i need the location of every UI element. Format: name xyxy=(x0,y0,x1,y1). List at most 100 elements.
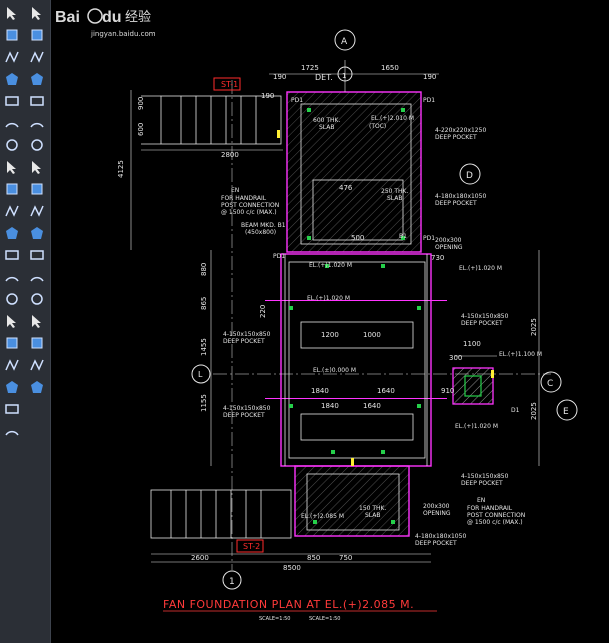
table-icon[interactable] xyxy=(2,378,22,396)
dim-1640b: 1640 xyxy=(363,402,381,410)
section-l-label: L xyxy=(198,370,203,379)
note-el2010: EL.(+)2.010 M xyxy=(371,115,414,122)
note-el1020-b: EL.(+)1.020 M xyxy=(307,295,350,302)
dim-600: 600 xyxy=(137,123,145,136)
note-pocket-g: 4-180x180x1050 xyxy=(415,533,466,540)
ellipse-arc-icon[interactable] xyxy=(2,224,22,242)
tag-b1: B1 xyxy=(399,233,407,240)
slab-hatch-bottom xyxy=(295,466,409,536)
note-opening-a2: OPENING xyxy=(435,244,463,251)
note-pocket-e2: DEEP POCKET xyxy=(223,412,265,419)
circle-icon[interactable] xyxy=(2,136,22,154)
rectangle-icon[interactable] xyxy=(2,92,22,110)
explode-icon[interactable] xyxy=(27,378,47,396)
beam-line-2 xyxy=(265,398,447,399)
region-icon[interactable] xyxy=(2,356,22,374)
make-block-icon[interactable] xyxy=(2,268,22,286)
note-slab-c: 150 THK. xyxy=(359,505,386,512)
tag-st1: ST-1 xyxy=(221,80,238,89)
scale-icon[interactable] xyxy=(27,158,47,176)
dim-1200: 1200 xyxy=(321,331,339,339)
array-icon[interactable] xyxy=(27,92,47,110)
watermark-brand2: du xyxy=(102,9,122,26)
dim-220: 220 xyxy=(259,305,267,318)
baidu-watermark: Bai du 经验 jingyan.baidu.com xyxy=(55,8,156,38)
dim-1840b: 1840 xyxy=(321,402,339,410)
offset-icon[interactable] xyxy=(27,70,47,88)
join-icon[interactable] xyxy=(27,290,47,308)
gradient-icon[interactable] xyxy=(2,334,22,352)
note-handrail-a2: POST CONNECTION xyxy=(221,202,279,209)
note-handrail-a: FOR HANDRAIL xyxy=(221,195,267,202)
watermark-brand: Bai xyxy=(55,9,80,26)
extend-icon[interactable] xyxy=(27,224,47,242)
note-pocket-c: 4-150x150x850 xyxy=(461,313,509,320)
note-handrail-a3: @ 1500 c/c (MAX.) xyxy=(221,209,277,216)
insert-block-icon[interactable] xyxy=(2,246,22,264)
dim-190b: 190 xyxy=(423,73,436,81)
dim-1155: 1155 xyxy=(200,394,208,412)
cloud-icon[interactable] xyxy=(2,158,22,176)
note-slab-a2: SLAB xyxy=(319,124,335,131)
tag-det: DET. xyxy=(315,73,333,82)
dim-1840a: 1840 xyxy=(311,387,329,395)
dim-300: 300 xyxy=(449,354,462,362)
multiline-text-icon[interactable] xyxy=(2,400,22,418)
section-1-label: 1 xyxy=(229,577,235,587)
note-el1020-c: EL.(+)1.020 M xyxy=(459,265,502,272)
trim-icon[interactable] xyxy=(27,202,47,220)
note-pocket-b: 4-180x180x1050 xyxy=(435,193,486,200)
drawing-canvas[interactable]: ST-1 ST-2 DET. A 1 D C E L 1 1725 1650 1… xyxy=(51,0,609,643)
mirror-icon[interactable] xyxy=(27,48,47,66)
dim-1455: 1455 xyxy=(200,338,208,356)
spline-icon[interactable] xyxy=(2,180,22,198)
select-arrow-icon[interactable] xyxy=(2,4,22,22)
note-pocket-e: 4-150x150x850 xyxy=(223,405,271,412)
chamfer-icon[interactable] xyxy=(27,312,47,330)
dim-1725: 1725 xyxy=(301,64,319,72)
note-handrail-b2: POST CONNECTION xyxy=(467,512,525,519)
section-e-label: E xyxy=(563,407,569,417)
note-slab-b2: SLAB xyxy=(387,195,403,202)
note-opening-b2: OPENING xyxy=(423,510,451,517)
fillet-icon[interactable] xyxy=(27,334,47,352)
note-pocket-a: 4-220x220x1250 xyxy=(435,127,486,134)
ellipse-icon[interactable] xyxy=(2,202,22,220)
note-pocket-d2: DEEP POCKET xyxy=(223,338,265,345)
note-pocket-g2: DEEP POCKET xyxy=(415,540,457,547)
staircase-bottom xyxy=(150,489,292,539)
note-pocket-b2: DEEP POCKET xyxy=(435,200,477,207)
note-slab-b: 250 THK. xyxy=(381,188,408,195)
break-icon[interactable] xyxy=(27,268,47,286)
arc-icon[interactable] xyxy=(2,114,22,132)
blend-icon[interactable] xyxy=(27,356,47,374)
tag-en-top: EN xyxy=(231,187,239,194)
add-selected-icon[interactable] xyxy=(2,422,22,440)
dim-1650: 1650 xyxy=(381,64,399,72)
break-at-point-icon[interactable] xyxy=(27,246,47,264)
point-icon[interactable] xyxy=(2,290,22,308)
hatch-icon[interactable] xyxy=(2,312,22,330)
copy-icon[interactable] xyxy=(27,26,47,44)
erase-icon[interactable] xyxy=(27,4,47,22)
dim-2025a: 2025 xyxy=(530,318,538,336)
tag-pd1-d: PD1 xyxy=(423,235,435,242)
dim-2025b: 2025 xyxy=(530,402,538,420)
note-slab-c2: SLAB xyxy=(365,512,381,519)
pentagon-icon[interactable] xyxy=(2,26,22,44)
dim-500: 500 xyxy=(351,234,364,242)
note-opening-b: 200x300 xyxy=(423,503,450,510)
rotate-icon[interactable] xyxy=(27,136,47,154)
dim-850: 850 xyxy=(307,554,320,562)
watermark-url: jingyan.baidu.com xyxy=(90,30,156,38)
stretch-icon[interactable] xyxy=(27,180,47,198)
dim-4125: 4125 xyxy=(117,160,125,178)
section-c-label: C xyxy=(547,379,553,389)
polyline-icon[interactable] xyxy=(2,48,22,66)
note-el1100: EL.(+)1.100 M xyxy=(499,351,542,358)
note-pocket-f: 4-150x150x850 xyxy=(461,473,509,480)
column-pad-right xyxy=(452,367,494,405)
polygon-icon[interactable] xyxy=(2,70,22,88)
section-1-small: 1 xyxy=(342,72,346,80)
move-icon[interactable] xyxy=(27,114,47,132)
